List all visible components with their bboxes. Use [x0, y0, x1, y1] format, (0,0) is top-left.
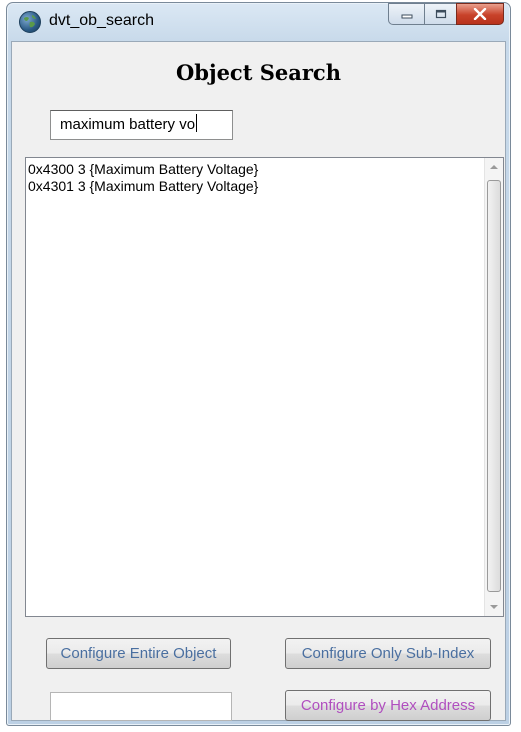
text-caret — [196, 114, 198, 132]
app-window: dvt_ob_search Object Search maximum batt… — [6, 2, 511, 726]
chevron-up-icon — [490, 165, 498, 169]
results-items: 0x4300 3 {Maximum Battery Voltage} 0x430… — [28, 161, 481, 195]
caption-buttons — [388, 3, 504, 27]
scroll-up-button[interactable] — [485, 158, 503, 176]
maximize-icon — [435, 9, 446, 19]
configure-sub-index-button[interactable]: Configure Only Sub-Index — [285, 638, 491, 669]
title-bar[interactable]: dvt_ob_search — [7, 3, 510, 41]
search-input[interactable]: maximum battery vo — [50, 110, 233, 140]
vertical-scrollbar[interactable] — [484, 158, 503, 616]
globe-icon[interactable] — [19, 11, 41, 33]
scroll-down-button[interactable] — [485, 598, 503, 616]
results-list[interactable]: 0x4300 3 {Maximum Battery Voltage} 0x430… — [25, 157, 504, 617]
window-title: dvt_ob_search — [49, 12, 154, 29]
close-button[interactable] — [456, 3, 504, 25]
configure-hex-address-button[interactable]: Configure by Hex Address — [285, 690, 491, 721]
minimize-icon — [401, 14, 412, 19]
search-input-value: maximum battery vo — [60, 116, 196, 133]
list-item[interactable]: 0x4301 3 {Maximum Battery Voltage} — [28, 178, 481, 195]
hex-address-input[interactable] — [50, 692, 232, 721]
list-item[interactable]: 0x4300 3 {Maximum Battery Voltage} — [28, 161, 481, 178]
maximize-button[interactable] — [424, 3, 456, 25]
configure-entire-object-button[interactable]: Configure Entire Object — [46, 638, 231, 669]
minimize-button[interactable] — [388, 3, 424, 25]
client-area: Object Search maximum battery vo 0x4300 … — [11, 41, 506, 721]
scroll-thumb[interactable] — [487, 180, 501, 592]
page-title: Object Search — [176, 60, 341, 85]
chevron-down-icon — [490, 605, 498, 609]
close-icon — [473, 8, 487, 20]
